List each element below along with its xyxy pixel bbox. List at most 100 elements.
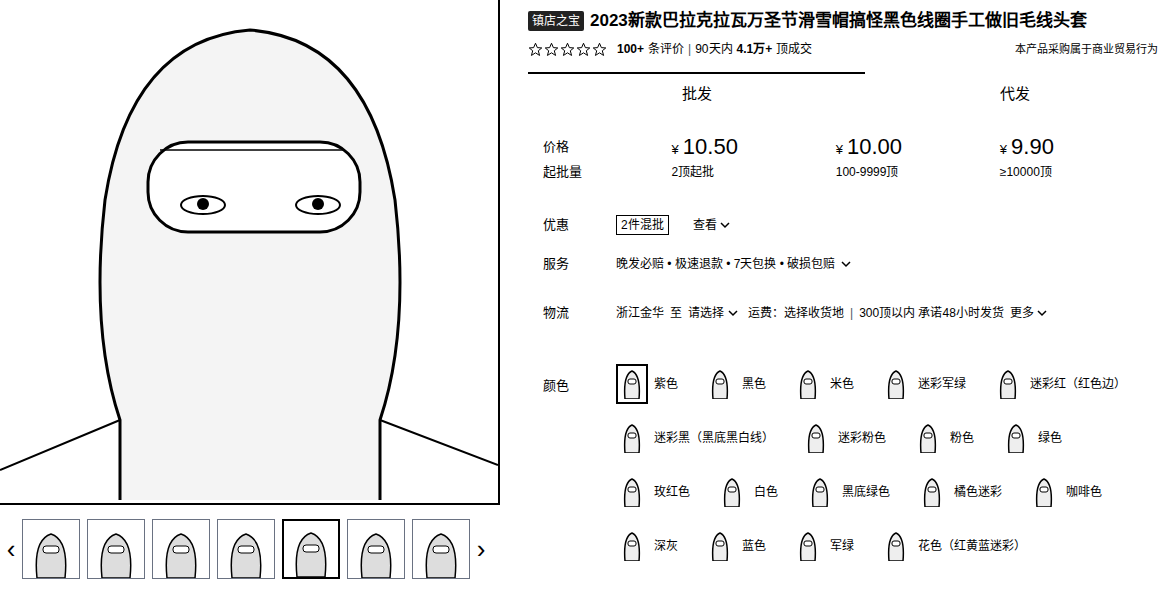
- row-label: 优惠: [528, 215, 616, 235]
- gallery: ‹›: [0, 0, 500, 599]
- star-icon: [544, 42, 559, 57]
- color-option[interactable]: 花色（红黄蓝迷彩）: [880, 526, 1026, 566]
- shop-badge: 镇店之宝: [528, 11, 584, 31]
- star-icon: [528, 42, 543, 57]
- color-name: 粉色: [950, 429, 974, 447]
- review-label: 条评价: [648, 40, 684, 58]
- tier-quantity: 2顶起批: [672, 161, 836, 183]
- color-option[interactable]: 蓝色: [704, 526, 766, 566]
- row-label: 物流: [528, 303, 616, 323]
- chevron-down-icon: [728, 308, 738, 318]
- price-table: 价格起批量¥10.502顶起批¥10.00100-9999顶¥9.90≥1000…: [528, 133, 1164, 183]
- color-name: 绿色: [1038, 429, 1062, 447]
- color-thumbnail: [704, 526, 736, 566]
- logistics-row-value: 浙江金华至请选择运费：选择收货地|300顶以内 承诺48小时发货更多: [616, 304, 1047, 322]
- tier-price: ¥9.90: [1000, 133, 1164, 161]
- color-thumbnail: [792, 526, 824, 566]
- prev-button[interactable]: ‹: [0, 536, 22, 562]
- gallery-thumbnail[interactable]: [347, 519, 405, 579]
- gallery-thumbnail[interactable]: [217, 519, 275, 579]
- logistics-row: 物流浙江金华至请选择运费：选择收货地|300顶以内 承诺48小时发货更多: [528, 301, 1164, 325]
- tier-quantity: ≥10000顶: [1000, 161, 1164, 183]
- tab-bar: 批发 代发: [528, 72, 1164, 110]
- price-value: 10.50: [683, 133, 738, 161]
- color-thumbnail: [616, 364, 648, 404]
- tab[interactable]: 代发: [865, 72, 1164, 110]
- color-name: 迷彩红（红色边）: [1030, 375, 1126, 393]
- chevron-down-icon: [1037, 308, 1047, 318]
- color-thumbnail: [792, 364, 824, 404]
- color-name: 米色: [830, 375, 854, 393]
- color-option[interactable]: 白色: [716, 472, 778, 512]
- color-option[interactable]: 军绿: [792, 526, 854, 566]
- tab[interactable]: 批发: [528, 72, 865, 110]
- color-option[interactable]: 粉色: [912, 418, 974, 458]
- service-row: 服务晚发必赔 • 极速退款 • 7天包换 • 破损包赔: [528, 252, 1164, 276]
- price-tier: ¥9.90≥10000顶: [1000, 133, 1164, 183]
- color-name: 迷彩黑（黑底黑白线）: [654, 429, 774, 447]
- currency: ¥: [672, 140, 679, 160]
- product-photo: [0, 0, 500, 505]
- price-tier: ¥10.502顶起批: [672, 133, 836, 183]
- tab-label: 代发: [1000, 85, 1030, 102]
- color-thumbnail: [992, 364, 1024, 404]
- price-labels: 价格起批量: [528, 133, 672, 183]
- more-button[interactable]: 更多: [1010, 304, 1047, 322]
- gallery-thumbnail[interactable]: [87, 519, 145, 579]
- color-name: 紫色: [654, 375, 678, 393]
- gallery-thumbnail[interactable]: [282, 519, 340, 579]
- color-option[interactable]: 紫色: [616, 364, 678, 404]
- row-label: 服务: [528, 254, 616, 274]
- color-name: 蓝色: [742, 537, 766, 555]
- color-name: 黑底绿色: [842, 483, 890, 501]
- discount-tag: 2件混批: [616, 215, 669, 235]
- color-option[interactable]: 迷彩黑（黑底黑白线）: [616, 418, 774, 458]
- color-option[interactable]: 米色: [792, 364, 854, 404]
- color-row: 紫色 黑色 米色 迷彩军绿 迷彩红（红色边）: [616, 362, 1126, 406]
- color-option[interactable]: 绿色: [1000, 418, 1062, 458]
- rating-row: 100+条评价|90天内4.1万+顶成交本产品采购属于商业贸易行为: [528, 39, 1164, 59]
- color-option[interactable]: 黑底绿色: [804, 472, 890, 512]
- rating-stars: [528, 42, 607, 57]
- color-name: 深灰: [654, 537, 678, 555]
- tier-quantity: 100-9999顶: [836, 161, 1000, 183]
- destination-select[interactable]: 请选择: [688, 304, 738, 322]
- quantity-label: 起批量: [543, 161, 672, 183]
- color-thumbnail: [880, 364, 912, 404]
- color-name: 花色（红黄蓝迷彩）: [918, 537, 1026, 555]
- star-icon: [560, 42, 575, 57]
- color-option[interactable]: 咖啡色: [1028, 472, 1102, 512]
- origin: 浙江金华: [616, 304, 664, 322]
- gallery-thumbnail[interactable]: [152, 519, 210, 579]
- color-row: 玫红色白色 黑底绿色 橘色迷彩 咖啡色: [616, 470, 1126, 514]
- price-value: 10.00: [847, 133, 902, 161]
- color-row: 迷彩黑（黑底黑白线） 迷彩粉色 粉色 绿色: [616, 416, 1126, 460]
- sales-label: 顶成交: [776, 40, 812, 58]
- color-option[interactable]: 迷彩粉色: [800, 418, 886, 458]
- discount-link-text: 查看: [693, 216, 717, 234]
- color-option[interactable]: 黑色: [704, 364, 766, 404]
- color-option[interactable]: 玫红色: [616, 472, 690, 512]
- next-button[interactable]: ›: [470, 536, 492, 562]
- color-option[interactable]: 迷彩红（红色边）: [992, 364, 1126, 404]
- color-section: 颜色紫色黑色米色迷彩军绿迷彩红（红色边）迷彩黑（黑底黑白线）迷彩粉色粉色绿色玫红…: [528, 362, 1164, 568]
- color-thumbnail: [916, 472, 948, 512]
- color-thumbnail: [1000, 418, 1032, 458]
- gallery-thumbnail[interactable]: [22, 519, 80, 579]
- color-thumbnail: [616, 526, 648, 566]
- sales-period: 90天内: [695, 40, 732, 58]
- color-name: 橘色迷彩: [954, 483, 1002, 501]
- color-thumbnail: [716, 472, 748, 512]
- star-icon: [576, 42, 591, 57]
- discount-row-value: 2件混批 查看: [616, 215, 730, 235]
- product-info: 镇店之宝2023新款巴拉克拉瓦万圣节滑雪帽搞怪黑色线圈手工做旧毛线头套100+条…: [528, 0, 1164, 599]
- review-count[interactable]: 100+: [617, 40, 644, 58]
- color-option[interactable]: 深灰: [616, 526, 678, 566]
- color-thumbnail: [704, 364, 736, 404]
- color-option[interactable]: 橘色迷彩: [916, 472, 1002, 512]
- destination-text: 请选择: [688, 304, 724, 322]
- gallery-thumbnail[interactable]: [412, 519, 470, 579]
- color-option[interactable]: 迷彩军绿: [880, 364, 966, 404]
- separator: |: [850, 304, 853, 322]
- discount-link[interactable]: 查看: [693, 216, 730, 234]
